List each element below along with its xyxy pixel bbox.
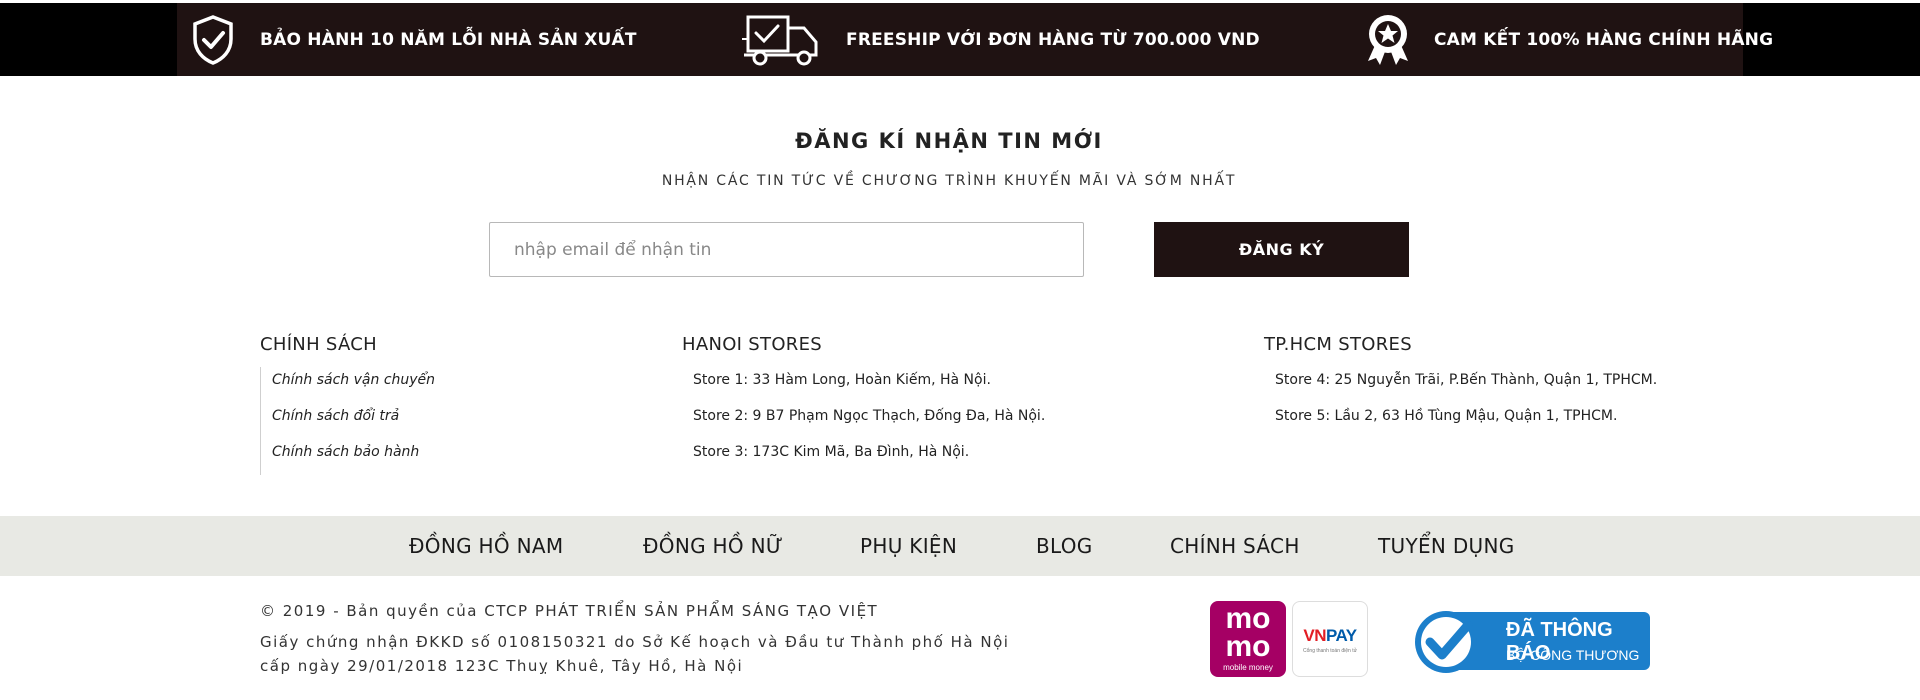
- policy-link-shipping[interactable]: Chính sách vận chuyển: [272, 367, 435, 403]
- policy-link-warranty[interactable]: Chính sách bảo hành: [272, 439, 435, 475]
- policy-link-return[interactable]: Chính sách đổi trả: [272, 403, 435, 439]
- momo-logo: mo mo mobile money: [1210, 601, 1286, 677]
- newsletter-title: ĐĂNG KÍ NHẬN TIN MỚI: [795, 129, 1103, 153]
- policy-title: CHÍNH SÁCH: [260, 334, 377, 355]
- hanoi-stores-title: HANOI STORES: [682, 334, 823, 355]
- newsletter-email-input[interactable]: [489, 222, 1084, 277]
- business-address-text: cấp ngày 29/01/2018 123C Thuỵ Khuê, Tây …: [260, 657, 744, 675]
- subscribe-button[interactable]: ĐĂNG KÝ: [1154, 222, 1409, 277]
- benefit-freeship-text: FREESHIP VỚI ĐƠN HÀNG TỪ 700.000 VND: [846, 29, 1260, 50]
- store-address: Store 3: 173C Kim Mã, Ba Đình, Hà Nội.: [693, 444, 970, 460]
- benefit-warranty-text: BẢO HÀNH 10 NĂM LỖI NHÀ SẢN XUẤT: [260, 29, 637, 50]
- policy-list: Chính sách vận chuyển Chính sách đổi trả…: [260, 367, 435, 475]
- benefits-bar-bg: BẢO HÀNH 10 NĂM LỖI NHÀ SẢN XUẤT FREESHI…: [0, 3, 1920, 76]
- shield-check-icon: [190, 14, 236, 65]
- nav-careers[interactable]: TUYỂN DỤNG: [1378, 516, 1515, 576]
- award-star-icon: [1362, 13, 1414, 67]
- bct-registered-badge[interactable]: ĐÃ THÔNG BÁO BỘ CÔNG THƯƠNG: [1412, 609, 1652, 675]
- store-address: Store 4: 25 Nguyễn Trãi, P.Bến Thành, Qu…: [1275, 372, 1658, 388]
- business-license-text: Giấy chứng nhận ĐKKD số 0108150321 do Sở…: [260, 633, 1010, 651]
- benefit-freeship: FREESHIP VỚI ĐƠN HÀNG TỪ 700.000 VND: [742, 3, 1260, 76]
- nav-womens-watches[interactable]: ĐỒNG HỒ NỮ: [643, 516, 783, 576]
- benefit-authentic-text: CAM KẾT 100% HÀNG CHÍNH HÃNG: [1434, 29, 1774, 50]
- nav-blog[interactable]: BLOG: [1036, 516, 1093, 576]
- hanoi-stores-list: Store 1: 33 Hàm Long, Hoàn Kiếm, Hà Nội.…: [693, 367, 1045, 475]
- nav-accessories[interactable]: PHỤ KIỆN: [860, 516, 957, 576]
- copyright-text: © 2019 - Bản quyền của CTCP PHÁT TRIỂN S…: [260, 602, 879, 620]
- benefits-bar: BẢO HÀNH 10 NĂM LỖI NHÀ SẢN XUẤT FREESHI…: [0, 0, 1920, 77]
- vnpay-logo: VNPAY Cổng thanh toán điện tử: [1292, 601, 1368, 677]
- store-address: Store 2: 9 B7 Phạm Ngọc Thạch, Đống Đa, …: [693, 408, 1046, 424]
- store-address: Store 5: Lầu 2, 63 Hồ Tùng Mậu, Quận 1, …: [1275, 408, 1618, 424]
- footer-nav: ĐỒNG HỒ NAM ĐỒNG HỒ NỮ PHỤ KIỆN BLOG CHÍ…: [0, 516, 1920, 576]
- truck-icon: [742, 14, 822, 66]
- hcm-stores-title: TP.HCM STORES: [1264, 334, 1412, 355]
- nav-policy[interactable]: CHÍNH SÁCH: [1170, 516, 1300, 576]
- store-address: Store 1: 33 Hàm Long, Hoàn Kiếm, Hà Nội.: [693, 372, 991, 388]
- benefit-warranty: BẢO HÀNH 10 NĂM LỖI NHÀ SẢN XUẤT: [190, 3, 637, 76]
- nav-mens-watches[interactable]: ĐỒNG HỒ NAM: [409, 516, 563, 576]
- hcm-stores-list: Store 4: 25 Nguyễn Trãi, P.Bến Thành, Qu…: [1275, 367, 1657, 439]
- benefit-authentic: CAM KẾT 100% HÀNG CHÍNH HÃNG: [1362, 3, 1773, 76]
- newsletter-subtitle: NHẬN CÁC TIN TỨC VỀ CHƯƠNG TRÌNH KHUYẾN …: [661, 173, 1237, 189]
